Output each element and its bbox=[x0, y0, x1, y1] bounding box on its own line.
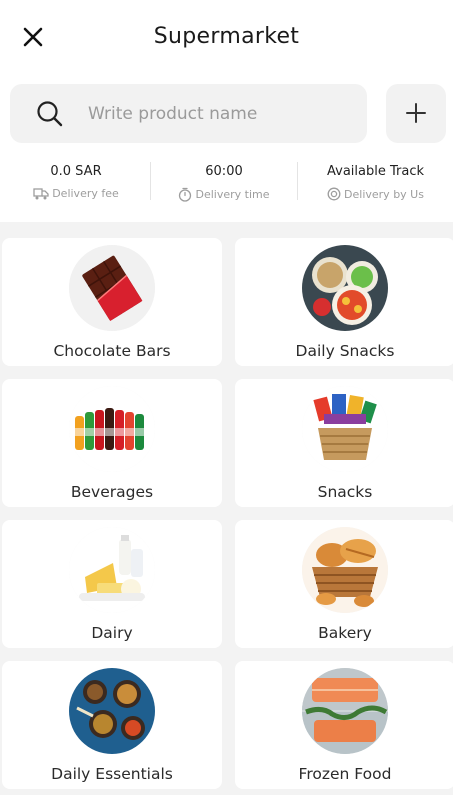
stopwatch-icon bbox=[179, 187, 192, 202]
frozen-salmon-image bbox=[302, 668, 388, 754]
spices-image bbox=[69, 668, 155, 754]
category-card-frozen-food[interactable]: Frozen Food bbox=[235, 661, 453, 789]
category-label: Daily Essentials bbox=[51, 765, 173, 783]
search-input[interactable] bbox=[88, 98, 353, 130]
delivery-truck-icon bbox=[33, 188, 49, 200]
delivery-time-info: 60:00 Delivery time bbox=[151, 160, 297, 208]
snack-bowls-image bbox=[302, 245, 388, 331]
delivery-fee-label: Delivery fee bbox=[52, 187, 119, 200]
category-card-chocolate-bars[interactable]: Chocolate Bars bbox=[2, 238, 222, 366]
header-panel: Supermarket 0.0 SAR Delivery fee 60:00 bbox=[0, 0, 453, 222]
delivery-time-value: 60:00 bbox=[205, 164, 243, 179]
category-label: Chocolate Bars bbox=[53, 342, 171, 360]
delivery-fee-info: 0.0 SAR Delivery fee bbox=[2, 160, 150, 208]
category-card-snacks[interactable]: Snacks bbox=[235, 379, 453, 507]
chocolate-bar-image bbox=[69, 245, 155, 331]
delivery-time-label: Delivery time bbox=[195, 188, 270, 201]
snack-basket-image bbox=[302, 386, 388, 472]
tracking-value: Available Track bbox=[327, 164, 424, 179]
category-card-daily-essentials[interactable]: Daily Essentials bbox=[2, 661, 222, 789]
tracking-label: Delivery by Us bbox=[344, 187, 424, 201]
category-label: Frozen Food bbox=[298, 765, 392, 783]
category-label: Dairy bbox=[91, 624, 133, 642]
bread-basket-image bbox=[302, 527, 388, 613]
category-card-bakery[interactable]: Bakery bbox=[235, 520, 453, 648]
search-bar[interactable] bbox=[10, 84, 367, 143]
category-card-beverages[interactable]: Beverages bbox=[2, 379, 222, 507]
delivery-fee-value: 0.0 SAR bbox=[50, 164, 102, 179]
category-label: Snacks bbox=[317, 483, 373, 501]
category-card-dairy[interactable]: Dairy bbox=[2, 520, 222, 648]
tracking-info: Available Track Delivery by Us bbox=[298, 160, 453, 208]
dairy-products-image bbox=[69, 527, 155, 613]
soda-bottles-image bbox=[69, 386, 155, 472]
category-label: Beverages bbox=[70, 483, 154, 501]
page-title: Supermarket bbox=[153, 24, 300, 49]
plus-icon bbox=[406, 103, 426, 123]
category-card-daily-snacks[interactable]: Daily Snacks bbox=[235, 238, 453, 366]
add-button[interactable] bbox=[386, 84, 446, 143]
tracking-icon bbox=[327, 187, 341, 201]
search-icon[interactable] bbox=[36, 100, 64, 128]
category-label: Daily Snacks bbox=[295, 342, 395, 360]
category-label: Bakery bbox=[318, 624, 372, 642]
